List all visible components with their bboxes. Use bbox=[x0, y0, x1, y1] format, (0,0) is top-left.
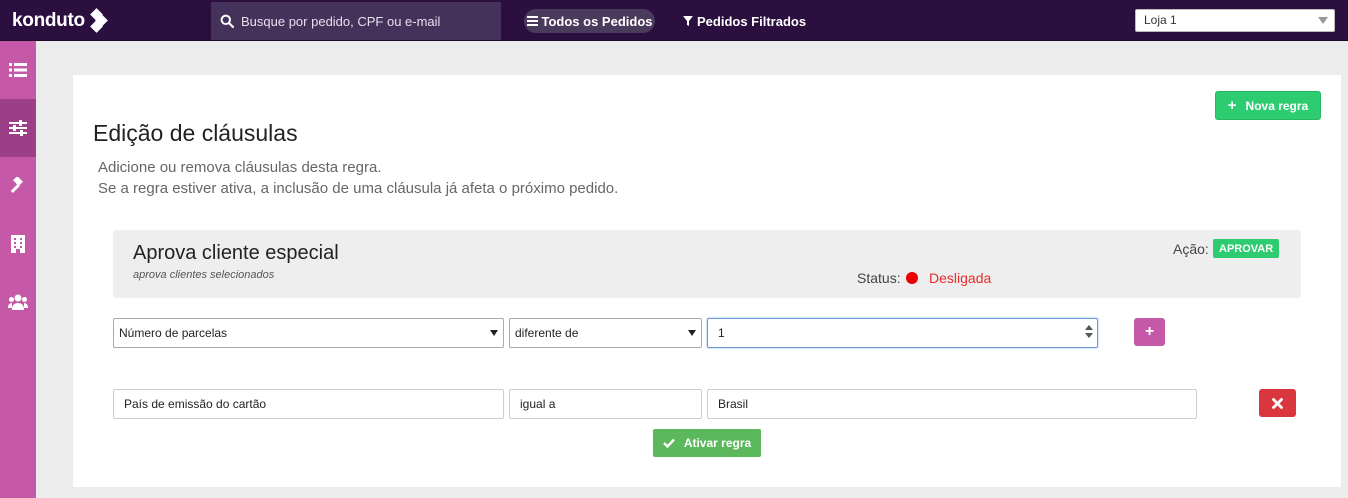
search-input[interactable] bbox=[241, 13, 491, 29]
clause-field-value: País de emissão do cartão bbox=[124, 397, 267, 411]
plus-icon: + bbox=[1144, 323, 1155, 340]
main-panel: + Nova regra Edição de cláusulas Adicion… bbox=[73, 75, 1341, 487]
sidebar-item-decisions[interactable] bbox=[0, 157, 36, 215]
close-icon bbox=[1272, 397, 1283, 409]
sliders-icon bbox=[9, 120, 27, 136]
logo-text: konduto bbox=[12, 10, 85, 31]
search-bar[interactable] bbox=[211, 2, 501, 40]
activate-rule-button[interactable]: Ativar regra bbox=[653, 429, 761, 457]
action-label: Ação: bbox=[1173, 241, 1209, 257]
sidebar-item-users[interactable] bbox=[0, 273, 36, 331]
status-dot-icon bbox=[906, 272, 918, 284]
status-value: Desligada bbox=[929, 270, 992, 286]
new-rule-label: Nova regra bbox=[1245, 98, 1309, 113]
search-icon bbox=[220, 14, 234, 28]
activate-rule-label: Ativar regra bbox=[683, 436, 752, 450]
chevron-down-icon bbox=[1318, 17, 1328, 24]
logo-mark-icon bbox=[88, 8, 108, 33]
clause-value-text: Brasil bbox=[718, 397, 749, 411]
chevron-down-icon bbox=[490, 330, 498, 336]
new-clause-operator-select[interactable]: diferente de bbox=[509, 318, 702, 348]
new-clause-operator-value: diferente de bbox=[515, 326, 579, 340]
clause-value: Brasil bbox=[707, 389, 1197, 419]
nav-filtered-orders[interactable]: Pedidos Filtrados bbox=[683, 9, 806, 33]
new-clause-value-input[interactable]: 1 bbox=[707, 318, 1098, 348]
new-clause-field-select[interactable]: Número de parcelas bbox=[113, 318, 504, 348]
number-stepper[interactable] bbox=[1085, 325, 1093, 341]
sidebar bbox=[0, 41, 36, 498]
menu-icon bbox=[526, 16, 538, 26]
konduto-logo[interactable]: konduto bbox=[12, 8, 108, 33]
clause-operator: igual a bbox=[509, 389, 702, 419]
sidebar-item-orders[interactable] bbox=[0, 41, 36, 99]
new-clause-field-value: Número de parcelas bbox=[119, 326, 228, 340]
list-icon bbox=[9, 63, 27, 77]
status-label: Status: bbox=[857, 270, 901, 286]
nav-filtered-orders-label: Pedidos Filtrados bbox=[697, 13, 807, 29]
plus-icon: + bbox=[1227, 97, 1237, 114]
sidebar-item-stores[interactable] bbox=[0, 215, 36, 273]
clause-operator-value: igual a bbox=[520, 397, 556, 411]
new-rule-button[interactable]: + Nova regra bbox=[1215, 91, 1321, 120]
top-bar: konduto Todos os Pedidos Pedidos Filtrad… bbox=[0, 0, 1348, 41]
rule-description: aprova clientes selecionados bbox=[133, 269, 275, 281]
rule-summary: Aprova cliente especial aprova clientes … bbox=[113, 230, 1301, 298]
rule-name: Aprova cliente especial bbox=[133, 242, 339, 264]
check-icon bbox=[662, 438, 675, 448]
add-clause-button[interactable]: + bbox=[1134, 318, 1165, 346]
users-icon bbox=[8, 294, 28, 310]
chevron-down-icon bbox=[688, 330, 696, 336]
description-line-1: Adicione ou remova cláusulas desta regra… bbox=[98, 159, 382, 176]
store-select[interactable]: Loja 1 bbox=[1135, 9, 1335, 32]
nav-all-orders-label: Todos os Pedidos bbox=[541, 13, 653, 29]
store-select-value: Loja 1 bbox=[1144, 13, 1177, 27]
action-badge: APROVAR bbox=[1213, 239, 1280, 258]
sidebar-item-rules[interactable] bbox=[0, 99, 36, 157]
delete-clause-button[interactable] bbox=[1259, 389, 1296, 417]
page-title: Edição de cláusulas bbox=[93, 120, 298, 146]
gavel-icon bbox=[10, 177, 23, 193]
building-icon bbox=[11, 235, 25, 253]
clause-field: País de emissão do cartão bbox=[113, 389, 504, 419]
page-description: Adicione ou remova cláusulas desta regra… bbox=[98, 157, 618, 199]
filter-icon bbox=[683, 16, 693, 26]
description-line-2: Se a regra estiver ativa, a inclusão de … bbox=[98, 180, 619, 197]
nav-all-orders[interactable]: Todos os Pedidos bbox=[524, 9, 655, 33]
new-clause-value-text: 1 bbox=[718, 326, 725, 340]
